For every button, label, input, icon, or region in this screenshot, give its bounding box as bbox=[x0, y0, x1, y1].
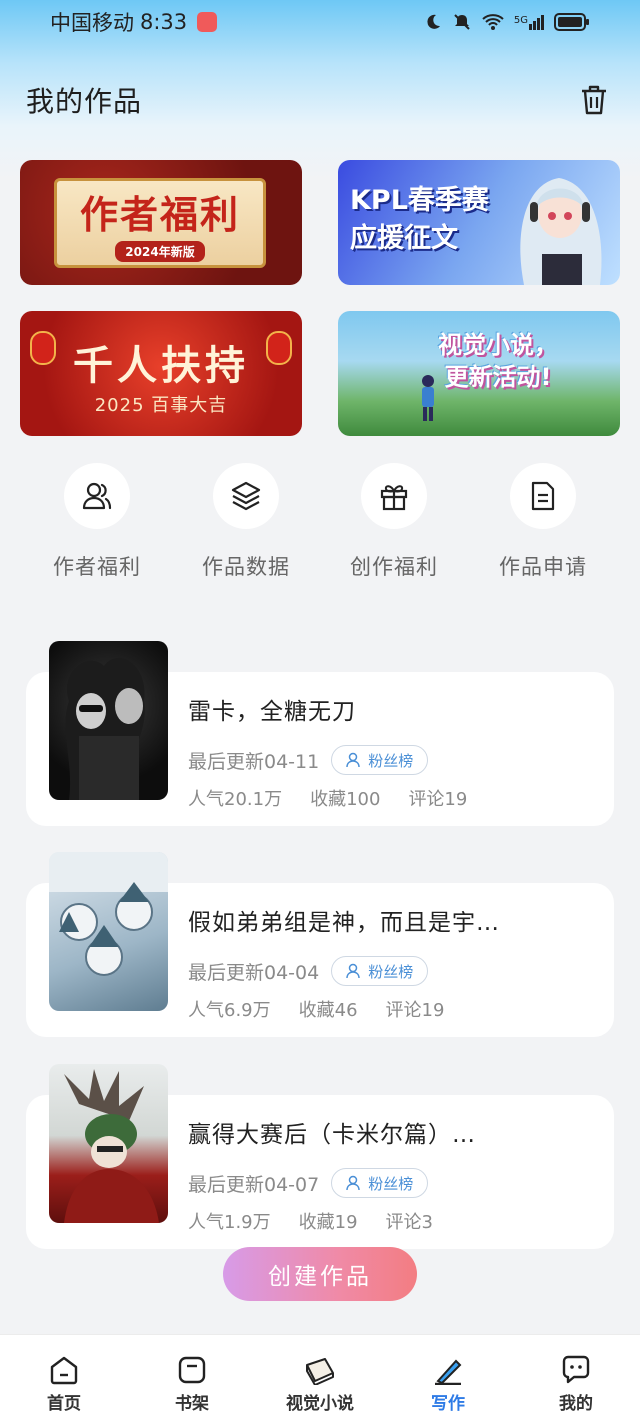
banner-title-line2: 应援征文 bbox=[350, 223, 458, 254]
battery-icon bbox=[554, 13, 589, 31]
quick-action-icon-bg bbox=[361, 463, 427, 529]
user-icon bbox=[346, 963, 360, 979]
work-meta: 最后更新04-07 粉丝榜 bbox=[188, 1168, 429, 1198]
work-favorites: 收藏19 bbox=[298, 1212, 358, 1233]
banner-visual-novel-event[interactable]: 视觉小说， 更新活动! bbox=[338, 311, 620, 436]
create-work-button[interactable]: 创建作品 bbox=[223, 1247, 417, 1301]
work-title: 赢得大赛后（卡米尔篇）… bbox=[188, 1122, 476, 1148]
banner-title-line1: 视觉小说， bbox=[438, 331, 558, 359]
work-stats: 人气1.9万 收藏19 评论3 bbox=[188, 1208, 433, 1234]
work-popularity: 人气1.9万 bbox=[188, 1212, 271, 1233]
quick-action-icon-bg bbox=[64, 463, 130, 529]
quick-action-icon-bg bbox=[510, 463, 576, 529]
work-comments: 评论19 bbox=[385, 1000, 445, 1021]
work-favorites: 收藏46 bbox=[298, 1000, 358, 1021]
banner-scroll: 作者福利 2024年新版 bbox=[54, 178, 266, 268]
fan-ranking-badge[interactable]: 粉丝榜 bbox=[331, 1168, 429, 1198]
banner-thousand-support[interactable]: 千人扶持 2025 百事大吉 bbox=[20, 311, 302, 436]
book-icon bbox=[306, 1358, 334, 1385]
work-updated: 最后更新04-07 bbox=[188, 1173, 320, 1196]
nav-label: 首页 bbox=[47, 1394, 81, 1414]
quick-action-icon-bg bbox=[213, 463, 279, 529]
quick-action-label: 创作福利 bbox=[350, 555, 438, 579]
work-cover-image[interactable] bbox=[49, 1064, 168, 1223]
banner-tag: 2024年新版 bbox=[115, 241, 205, 262]
work-comments: 评论3 bbox=[385, 1212, 433, 1233]
cover-illustration bbox=[64, 1069, 159, 1223]
nav-visual-novel[interactable]: 视觉小说 bbox=[256, 1335, 384, 1422]
cover-illustration bbox=[49, 852, 168, 976]
anime-character-illustration bbox=[520, 178, 602, 285]
nav-mine[interactable]: 我的 bbox=[512, 1335, 640, 1422]
status-bar: 中国移动 8:33 5G bbox=[0, 0, 640, 44]
page-title: 我的作品 bbox=[26, 85, 143, 118]
nav-label: 视觉小说 bbox=[286, 1394, 354, 1414]
trash-icon bbox=[582, 85, 606, 115]
fan-ranking-badge[interactable]: 粉丝榜 bbox=[331, 745, 429, 775]
work-stats: 人气6.9万 收藏46 评论19 bbox=[188, 996, 444, 1022]
banner-title: KPL春季赛 应援征文 bbox=[350, 182, 520, 258]
carrier-label: 中国移动 bbox=[50, 11, 134, 35]
work-popularity: 人气20.1万 bbox=[188, 789, 283, 810]
carrier-app-icon bbox=[197, 12, 218, 32]
work-comments: 评论19 bbox=[408, 789, 468, 810]
fan-ranking-badge[interactable]: 粉丝榜 bbox=[331, 956, 429, 986]
quick-actions: 作者福利 作品数据 创作福利 作品申请 bbox=[0, 463, 640, 593]
bottom-nav: 首页 书架 视觉小说 写作 我的 bbox=[0, 1334, 640, 1422]
nav-bookshelf[interactable]: 书架 bbox=[128, 1335, 256, 1422]
home-icon bbox=[50, 1356, 78, 1385]
work-meta: 最后更新04-04 粉丝榜 bbox=[188, 956, 429, 986]
work-cover-image[interactable] bbox=[49, 641, 168, 800]
work-favorites: 收藏100 bbox=[310, 789, 381, 810]
banner-subtitle: 2025 百事大吉 bbox=[94, 395, 228, 416]
nav-home[interactable]: 首页 bbox=[0, 1335, 128, 1422]
work-stats: 人气20.1万 收藏100 评论19 bbox=[188, 785, 467, 811]
gift-icon bbox=[380, 485, 408, 511]
nav-writing[interactable]: 写作 bbox=[384, 1335, 512, 1422]
banner-kpl-contest[interactable]: KPL春季赛 应援征文 bbox=[338, 160, 620, 285]
quick-action-label: 作品申请 bbox=[499, 555, 587, 579]
quick-action-creation-welfare[interactable]: 创作福利 bbox=[324, 463, 464, 581]
work-title: 假如弟弟组是神，而且是宇… bbox=[188, 910, 500, 936]
work-popularity: 人气6.9万 bbox=[188, 1000, 271, 1021]
nav-label: 我的 bbox=[559, 1394, 593, 1414]
wifi-icon bbox=[482, 14, 504, 30]
banner-title: 作者福利 bbox=[79, 192, 240, 237]
user-icon bbox=[346, 752, 360, 768]
work-title: 雷卡，全糖无刀 bbox=[188, 699, 356, 725]
banner-title: 千人扶持 bbox=[73, 342, 249, 389]
fan-badge-label: 粉丝榜 bbox=[368, 1174, 414, 1193]
banner-author-welfare[interactable]: 作者福利 2024年新版 bbox=[20, 160, 302, 285]
banner-title-line1: KPL春季赛 bbox=[350, 185, 489, 216]
user-icon bbox=[346, 1175, 360, 1191]
nav-label: 写作 bbox=[431, 1394, 465, 1414]
fan-badge-label: 粉丝榜 bbox=[368, 751, 414, 770]
work-meta: 最后更新04-11 粉丝榜 bbox=[188, 745, 429, 775]
moon-icon bbox=[427, 14, 440, 29]
fan-badge-label: 粉丝榜 bbox=[368, 962, 414, 981]
bookshelf-icon bbox=[178, 1356, 206, 1384]
quick-action-author-welfare[interactable]: 作者福利 bbox=[27, 463, 167, 581]
quick-action-label: 作者福利 bbox=[53, 555, 141, 579]
work-updated: 最后更新04-04 bbox=[188, 961, 320, 984]
mute-icon bbox=[454, 14, 470, 30]
child-figure-illustration bbox=[422, 375, 434, 421]
work-cover-image[interactable] bbox=[49, 852, 168, 1011]
network-type: 5G bbox=[513, 14, 528, 26]
work-updated: 最后更新04-11 bbox=[188, 750, 320, 773]
layers-icon bbox=[231, 481, 261, 511]
users-icon bbox=[82, 482, 112, 510]
page-header: 我的作品 bbox=[0, 70, 640, 130]
pen-icon bbox=[435, 1359, 462, 1385]
clock: 8:33 bbox=[140, 10, 188, 34]
quick-action-label: 作品数据 bbox=[202, 555, 290, 579]
document-icon bbox=[531, 481, 555, 511]
delete-button[interactable] bbox=[574, 80, 614, 120]
nav-label: 书架 bbox=[175, 1394, 209, 1414]
chat-icon bbox=[562, 1355, 590, 1384]
cover-illustration bbox=[65, 658, 145, 800]
quick-action-work-data[interactable]: 作品数据 bbox=[176, 463, 316, 581]
quick-action-work-application[interactable]: 作品申请 bbox=[473, 463, 613, 581]
signal-icon: 5G bbox=[513, 14, 544, 30]
